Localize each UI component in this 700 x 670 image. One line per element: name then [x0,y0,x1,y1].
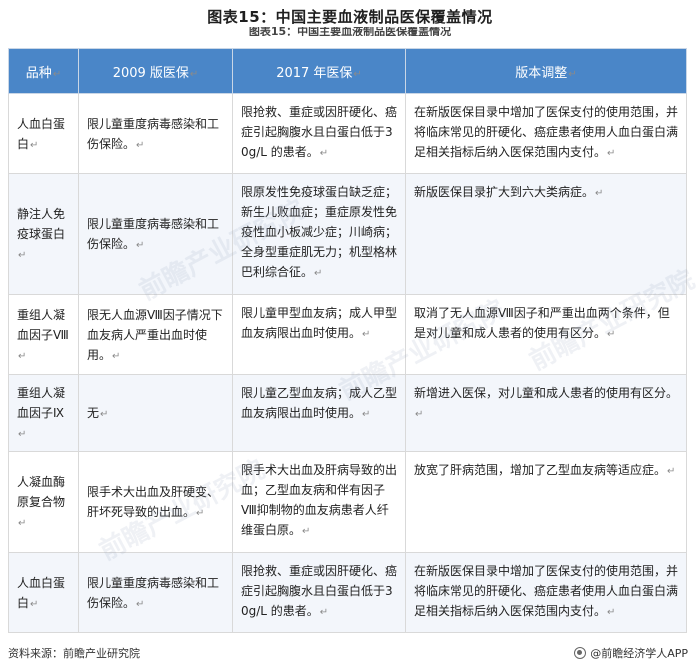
coverage-table: 品种↵ 2009 版医保↵ 2017 年医保↵ 版本调整↵ 人血白蛋白↵ 限儿童… [8,48,687,633]
table-row: 静注人免疫球蛋白↵ 限儿童重度病毒感染和工伤保险。↵ 限原发性免疫球蛋白缺乏症；… [8,173,687,295]
cell-change: 在新版医保目录中增加了医保支付的使用范围，并将临床常见的肝硬化、癌症患者使用人血… [405,93,687,174]
cell-2009: 限儿童重度病毒感染和工伤保险。↵ [78,93,233,174]
cell-variety: 重组人凝血因子Ⅸ↵ [8,374,79,452]
cell-2017: 限原发性免疫球蛋白缺乏症；新生儿败血症；重症原发性免疫性血小板减少症；川崎病；全… [232,173,406,295]
figure-subtitle: 图表15：中国主要血液制品医保覆盖情况 [248,27,452,36]
cell-change: 在新版医保目录中增加了医保支付的使用范围，并将临床常见的肝硬化、癌症患者使用人血… [405,552,687,633]
cell-change: 放宽了肝病范围，增加了乙型血友病等适应症。↵ [405,451,687,553]
header-change: 版本调整↵ [405,48,687,94]
cell-2009: 无↵ [78,374,233,452]
source-note: 资料来源：前瞻产业研究院 [8,647,140,660]
table-row: 重组人凝血因子Ⅸ↵ 无↵ 限儿童乙型血友病；成人乙型血友病限出血时使用。↵ 新增… [8,374,687,452]
cell-variety: 人凝血酶原复合物↵ [8,451,79,553]
cell-variety: 静注人免疫球蛋白↵ [8,173,79,295]
brand-label: @前瞻经济学人APP [590,647,688,660]
header-2017: 2017 年医保↵ [232,48,406,94]
table-header-row: 品种↵ 2009 版医保↵ 2017 年医保↵ 版本调整↵ [8,48,687,94]
cell-2009: 限无人血源Ⅷ因子情况下血友病人严重出血时使用。↵ [78,294,233,375]
header-2009: 2009 版医保↵ [78,48,233,94]
cell-2009: 限手术大出血及肝硬变、肝坏死导致的出血。↵ [78,451,233,553]
cell-2009: 限儿童重度病毒感染和工伤保险。↵ [78,552,233,633]
cell-2017: 限手术大出血及肝病导致的出血；乙型血友病和伴有因子Ⅷ抑制物的血友病患者人纤维蛋白… [232,451,406,553]
cell-2017: 限儿童乙型血友病；成人乙型血友病限出血时使用。↵ [232,374,406,452]
brand-credit: @前瞻经济学人APP [574,645,688,661]
table-row: 人凝血酶原复合物↵ 限手术大出血及肝硬变、肝坏死导致的出血。↵ 限手术大出血及肝… [8,451,687,553]
cell-change: 新增进入医保，对儿童和成人患者的使用有区分。↵ [405,374,687,452]
cell-variety: 人血白蛋白↵ [8,93,79,174]
cell-change: 取消了无人血源Ⅷ因子和严重出血两个条件，但是对儿童和成人患者的使用有区分。↵ [405,294,687,375]
table-row: 人血白蛋白↵ 限儿童重度病毒感染和工伤保险。↵ 限抢救、重症或因肝硬化、癌症引起… [8,93,687,174]
figure-title: 图表15：中国主要血液制品医保覆盖情况 [207,8,493,26]
cell-2017: 限抢救、重症或因肝硬化、癌症引起胸腹水且白蛋白低于30g/L 的患者。↵ [232,552,406,633]
cell-change: 新版医保目录扩大到六大类病症。↵ [405,173,687,295]
cell-variety: 重组人凝血因子Ⅷ↵ [8,294,79,375]
table-row: 人血白蛋白↵ 限儿童重度病毒感染和工伤保险。↵ 限抢救、重症或因肝硬化、癌症引起… [8,552,687,633]
header-variety: 品种↵ [8,48,79,94]
cell-2017: 限儿童甲型血友病；成人甲型血友病限出血时使用。↵ [232,294,406,375]
cell-2009: 限儿童重度病毒感染和工伤保险。↵ [78,173,233,295]
brand-logo-icon [574,647,587,659]
cell-2017: 限抢救、重症或因肝硬化、癌症引起胸腹水且白蛋白低于30g/L 的患者。↵ [232,93,406,174]
table-row: 重组人凝血因子Ⅷ↵ 限无人血源Ⅷ因子情况下血友病人严重出血时使用。↵ 限儿童甲型… [8,294,687,375]
cell-variety: 人血白蛋白↵ [8,552,79,633]
